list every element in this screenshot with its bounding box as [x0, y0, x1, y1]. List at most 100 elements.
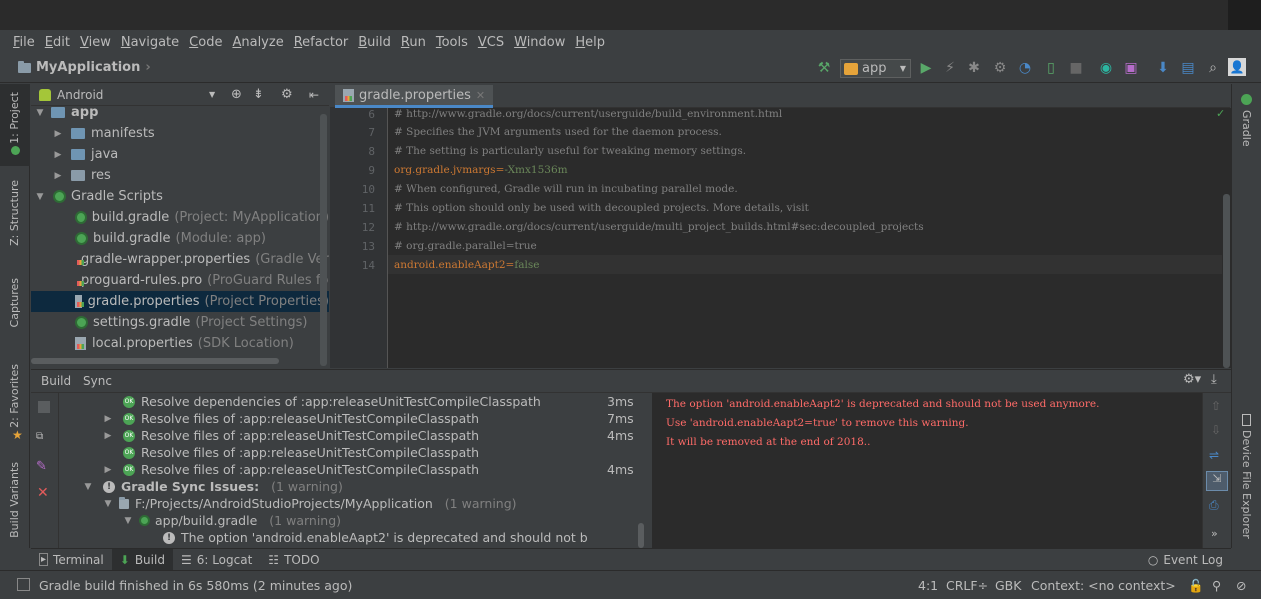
hide-icon[interactable]: ⇤	[309, 88, 319, 102]
sync-gradle-icon[interactable]: ◉	[1096, 58, 1116, 78]
menu-vcs[interactable]: VCS	[478, 35, 504, 50]
apply-changes-icon[interactable]: ⚡	[940, 58, 960, 78]
toggle-view-icon[interactable]: ⧉	[36, 431, 43, 442]
make-project-icon[interactable]: ⚒	[814, 58, 834, 78]
tab-favorites[interactable]: 2: Favorites	[8, 364, 21, 428]
menu-analyze[interactable]: Analyze	[232, 35, 283, 50]
build-output[interactable]: The option 'android.enableAapt2' is depr…	[652, 393, 1202, 548]
editor-scrollbar[interactable]: ✓	[1216, 107, 1231, 368]
tool-tab-build[interactable]: ⬇ Build	[111, 548, 173, 571]
tool-tab-event-log[interactable]: ○ Event Log	[1140, 549, 1231, 571]
stop-icon[interactable]: ■	[1066, 58, 1086, 78]
tree-item-settings-gradle[interactable]: settings.gradle (Project Settings)	[31, 312, 329, 333]
tab-device-file-explorer[interactable]: Device File Explorer	[1240, 430, 1253, 539]
menu-window[interactable]: Window	[514, 35, 565, 50]
build-tree-row-sync-issues[interactable]: ▼! Gradle Sync Issues: (1 warning)	[83, 478, 343, 495]
build-tree-row[interactable]: OK Resolve dependencies of :app:releaseUn…	[123, 393, 541, 410]
tab-build-view[interactable]: Build	[41, 374, 71, 388]
tab-structure[interactable]: Z: Structure	[8, 180, 21, 246]
minimize-icon[interactable]: ⤓	[1211, 372, 1217, 387]
menu-edit[interactable]: Edit	[45, 35, 70, 50]
tab-build-variants[interactable]: Build Variants	[8, 462, 21, 538]
avd-manager-icon[interactable]: ▣	[1121, 58, 1141, 78]
run-icon[interactable]: ▶	[916, 58, 936, 78]
soft-wrap-icon[interactable]: ⇌	[1209, 448, 1219, 462]
status-message[interactable]: Gradle build finished in 6s 580ms (2 min…	[39, 578, 352, 593]
print-icon[interactable]: ⎙	[1209, 498, 1219, 513]
code-editor[interactable]: # http://www.gradle.org/docs/current/use…	[388, 108, 1222, 368]
menu-run[interactable]: Run	[401, 35, 426, 50]
project-structure-icon[interactable]: ▤	[1178, 58, 1198, 78]
pin-icon[interactable]: ✎	[36, 459, 47, 474]
tool-windows-toggle-icon[interactable]	[17, 578, 30, 591]
tab-project[interactable]: 1: Project	[8, 92, 21, 144]
context-indicator[interactable]: Context: <no context>	[1031, 578, 1176, 593]
file-encoding[interactable]: GBK	[995, 578, 1021, 593]
build-tree-row-project[interactable]: ▼ F:/Projects/AndroidStudioProjects/MyApp…	[103, 495, 517, 512]
tree-item-build-gradle-app[interactable]: build.gradle (Module: app)	[31, 228, 329, 249]
close-icon[interactable]: ✕	[476, 89, 485, 102]
inspector-icon[interactable]: ⚲	[1212, 578, 1221, 593]
menu-refactor[interactable]: Refactor	[294, 35, 349, 50]
build-tree-row-warning[interactable]: ! The option 'android.enableAapt2' is dep…	[163, 529, 588, 546]
build-row-label: F:/Projects/AndroidStudioProjects/MyAppl…	[135, 496, 433, 511]
lock-icon[interactable]: 🔓	[1188, 578, 1204, 594]
line-separator[interactable]: CRLF÷	[946, 578, 988, 593]
tab-captures[interactable]: Captures	[8, 278, 21, 327]
scroll-to-end-icon[interactable]: ⇲	[1206, 471, 1228, 491]
close-icon[interactable]: ✕	[37, 485, 49, 501]
menu-tools[interactable]: Tools	[436, 35, 468, 50]
build-tree-row[interactable]: ▶ OK Resolve files of :app:releaseUnitTest…	[103, 410, 480, 427]
tree-item-build-gradle-project[interactable]: build.gradle (Project: MyApplication)	[31, 207, 329, 228]
run-config-select[interactable]: app ▼	[840, 59, 911, 78]
menu-code[interactable]: Code	[189, 35, 222, 50]
tree-item-gradle-scripts[interactable]: ▼ Gradle Scripts	[31, 186, 329, 207]
tree-item-local-properties[interactable]: local.properties (SDK Location)	[31, 333, 329, 354]
tree-item-app[interactable]: ▼ app	[31, 106, 329, 123]
tab-sync-view[interactable]: Sync	[83, 374, 112, 388]
menu-file[interactable]: File	[13, 35, 35, 50]
more-icon[interactable]: »	[1211, 527, 1218, 540]
tree-item-proguard[interactable]: proguard-rules.pro (ProGuard Rules for	[31, 270, 329, 291]
scroll-from-source-icon[interactable]: ⊕	[231, 87, 242, 102]
chevron-down-icon[interactable]: ▼	[209, 90, 215, 99]
menu-build[interactable]: Build	[358, 35, 391, 50]
build-tree-row[interactable]: ▶ OK Resolve files of :app:releaseUnitTest…	[103, 461, 480, 478]
tree-item-gradle-properties[interactable]: gradle.properties (Project Properties)	[31, 291, 329, 312]
sdk-manager-icon[interactable]: ⬇	[1153, 58, 1173, 78]
tree-item-manifests[interactable]: ▶ manifests	[31, 123, 329, 144]
breadcrumb[interactable]: MyApplication ›	[18, 60, 151, 75]
caret-position[interactable]: 4:1	[918, 578, 938, 593]
profile-icon[interactable]: ◔	[1015, 58, 1035, 78]
menu-navigate[interactable]: Navigate	[121, 35, 179, 50]
horizontal-scrollbar[interactable]	[31, 358, 279, 364]
project-view-select[interactable]: Android	[57, 88, 103, 102]
stop-icon[interactable]	[38, 401, 50, 413]
menu-help[interactable]: Help	[575, 35, 605, 50]
gear-icon[interactable]: ⚙▾	[1183, 372, 1201, 387]
tree-item-res[interactable]: ▶ res	[31, 165, 329, 186]
debug-icon[interactable]: ✱	[964, 58, 984, 78]
avatar-icon[interactable]: 👤	[1228, 58, 1246, 76]
editor-tab-gradle-properties[interactable]: gradle.properties ✕	[335, 85, 494, 108]
tool-tab-logcat[interactable]: ☰ 6: Logcat	[173, 549, 260, 571]
collapse-icon[interactable]: ⇟	[253, 87, 264, 102]
vertical-scrollbar[interactable]	[320, 114, 327, 366]
tree-item-java[interactable]: ▶ java	[31, 144, 329, 165]
down-arrow-icon[interactable]: ⇩	[1211, 423, 1221, 437]
tool-tab-todo[interactable]: ☷ TODO	[260, 549, 327, 571]
build-tree-row-file[interactable]: ▼ app/build.gradle (1 warning)	[123, 512, 342, 529]
gear-icon[interactable]: ⚙	[281, 87, 293, 102]
search-icon[interactable]: ⌕	[1203, 58, 1223, 78]
up-arrow-icon[interactable]: ⇧	[1211, 399, 1221, 413]
attach-debugger-icon[interactable]: ⚙	[990, 58, 1010, 78]
build-tree-row[interactable]: ▶ OK Resolve files of :app:releaseUnitTest…	[103, 427, 480, 444]
tree-item-gradle-wrapper[interactable]: gradle-wrapper.properties (Gradle Versi	[31, 249, 329, 270]
menu-view[interactable]: View	[80, 35, 111, 50]
build-tree-row[interactable]: OK Resolve files of :app:releaseUnitTestC…	[123, 444, 479, 461]
tool-tab-terminal[interactable]: ▸ Terminal	[31, 549, 112, 571]
notifications-icon[interactable]: ⊘	[1236, 578, 1246, 593]
tab-gradle[interactable]: Gradle	[1240, 110, 1253, 147]
build-tree-scrollbar[interactable]	[637, 393, 645, 548]
install-apk-icon[interactable]: ▯	[1041, 58, 1061, 78]
